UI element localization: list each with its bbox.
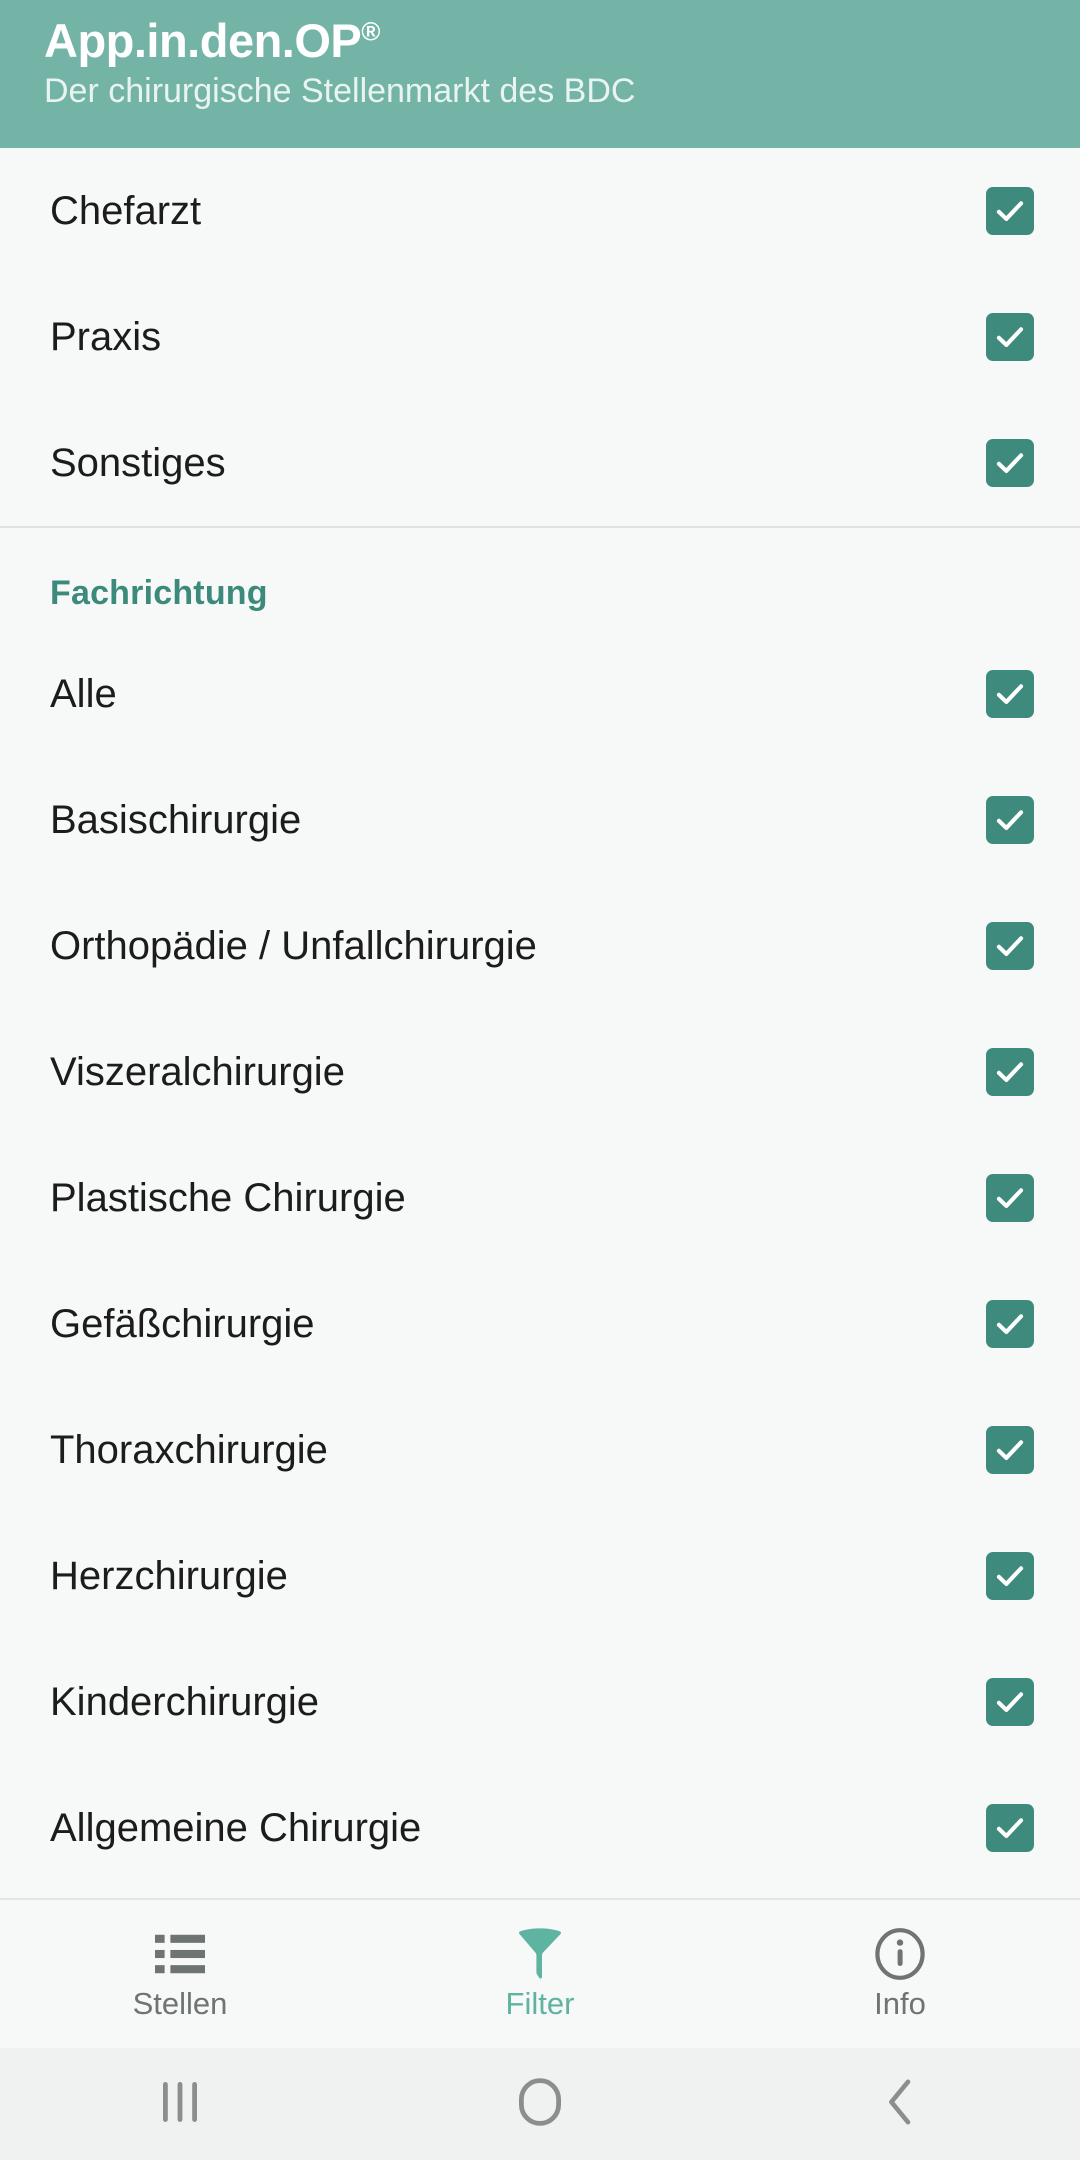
checkbox-checked[interactable] bbox=[986, 1804, 1034, 1852]
checkbox-checked[interactable] bbox=[986, 1552, 1034, 1600]
list-item[interactable]: Viszeralchirurgie bbox=[0, 1009, 1080, 1135]
list-icon bbox=[155, 1929, 205, 1979]
checkbox-checked[interactable] bbox=[986, 796, 1034, 844]
list-item-label: Herzchirurgie bbox=[50, 1554, 288, 1598]
app-title-text: App.in.den.OP bbox=[44, 14, 362, 67]
checkbox-checked[interactable] bbox=[986, 1678, 1034, 1726]
app-header: App.in.den.OP® Der chirurgische Stellenm… bbox=[0, 0, 1080, 148]
list-item[interactable]: Gefäßchirurgie bbox=[0, 1261, 1080, 1387]
info-circle-icon bbox=[874, 1928, 926, 1980]
app-subtitle: Der chirurgische Stellenmarkt des BDC bbox=[44, 72, 636, 111]
list-item[interactable]: Kinderchirurgie bbox=[0, 1639, 1080, 1765]
tab-stellen[interactable]: Stellen bbox=[0, 1900, 360, 2048]
home-button[interactable] bbox=[360, 2048, 720, 2160]
tab-label: Filter bbox=[505, 1986, 575, 2021]
registered-trademark-icon: ® bbox=[361, 16, 380, 47]
list-item[interactable]: Alle bbox=[0, 631, 1080, 757]
list-item-label: Kinderchirurgie bbox=[50, 1680, 320, 1724]
checkbox-checked[interactable] bbox=[986, 1300, 1034, 1348]
checkbox-checked[interactable] bbox=[986, 1048, 1034, 1096]
checkbox-checked[interactable] bbox=[986, 313, 1034, 361]
tab-label: Info bbox=[874, 1986, 926, 2021]
section-header-label: Fachrichtung bbox=[50, 574, 268, 612]
checkbox-checked[interactable] bbox=[986, 187, 1034, 235]
list-item-label: Allgemeine Chirurgie bbox=[50, 1806, 422, 1850]
list-item[interactable]: Praxis bbox=[0, 274, 1080, 400]
list-item[interactable]: Thoraxchirurgie bbox=[0, 1387, 1080, 1513]
list-item-label: Praxis bbox=[50, 315, 162, 359]
list-item[interactable]: Chefarzt bbox=[0, 148, 1080, 274]
tab-filter[interactable]: Filter bbox=[360, 1900, 720, 2048]
tab-label: Stellen bbox=[132, 1986, 228, 2021]
list-item-label: Chefarzt bbox=[50, 189, 202, 233]
system-navigation-bar bbox=[0, 2048, 1080, 2160]
list-item[interactable]: Allgemeine Chirurgie bbox=[0, 1765, 1080, 1891]
back-button[interactable] bbox=[720, 2048, 1080, 2160]
checkbox-checked[interactable] bbox=[986, 670, 1034, 718]
checkbox-checked[interactable] bbox=[986, 1174, 1034, 1222]
list-item-label: Basischirurgie bbox=[50, 798, 302, 842]
list-item-label: Orthopädie / Unfallchirurgie bbox=[50, 924, 537, 968]
tab-info[interactable]: Info bbox=[720, 1900, 1080, 2048]
checkbox-checked[interactable] bbox=[986, 922, 1034, 970]
funnel-icon bbox=[516, 1928, 564, 1979]
recents-icon bbox=[159, 2078, 201, 2131]
app-title: App.in.den.OP® bbox=[44, 16, 1080, 65]
list-item[interactable]: Herzchirurgie bbox=[0, 1513, 1080, 1639]
checkbox-checked[interactable] bbox=[986, 1426, 1034, 1474]
app-screen: App.in.den.OP® Der chirurgische Stellenm… bbox=[0, 0, 1080, 2160]
list-item[interactable]: Orthopädie / Unfallchirurgie bbox=[0, 883, 1080, 1009]
back-icon bbox=[881, 2077, 919, 2132]
filter-list[interactable]: Chefarzt Praxis Sonstiges Fachrichtung A… bbox=[0, 148, 1080, 1898]
section-header-fachrichtung: Fachrichtung bbox=[0, 528, 1080, 631]
list-item-label: Viszeralchirurgie bbox=[50, 1050, 345, 1094]
recents-button[interactable] bbox=[0, 2048, 360, 2160]
list-item-label: Plastische Chirurgie bbox=[50, 1176, 406, 1220]
list-item-label: Gefäßchirurgie bbox=[50, 1302, 315, 1346]
list-item[interactable]: Basischirurgie bbox=[0, 757, 1080, 883]
checkbox-checked[interactable] bbox=[986, 439, 1034, 487]
list-item-label: Sonstiges bbox=[50, 441, 226, 485]
bottom-tab-bar: Stellen Filter Info bbox=[0, 1898, 1080, 2048]
home-icon bbox=[517, 2077, 563, 2132]
list-item[interactable]: Plastische Chirurgie bbox=[0, 1135, 1080, 1261]
list-item[interactable]: Sonstiges bbox=[0, 400, 1080, 526]
list-item-label: Alle bbox=[50, 672, 117, 716]
list-item-label: Thoraxchirurgie bbox=[50, 1428, 328, 1472]
